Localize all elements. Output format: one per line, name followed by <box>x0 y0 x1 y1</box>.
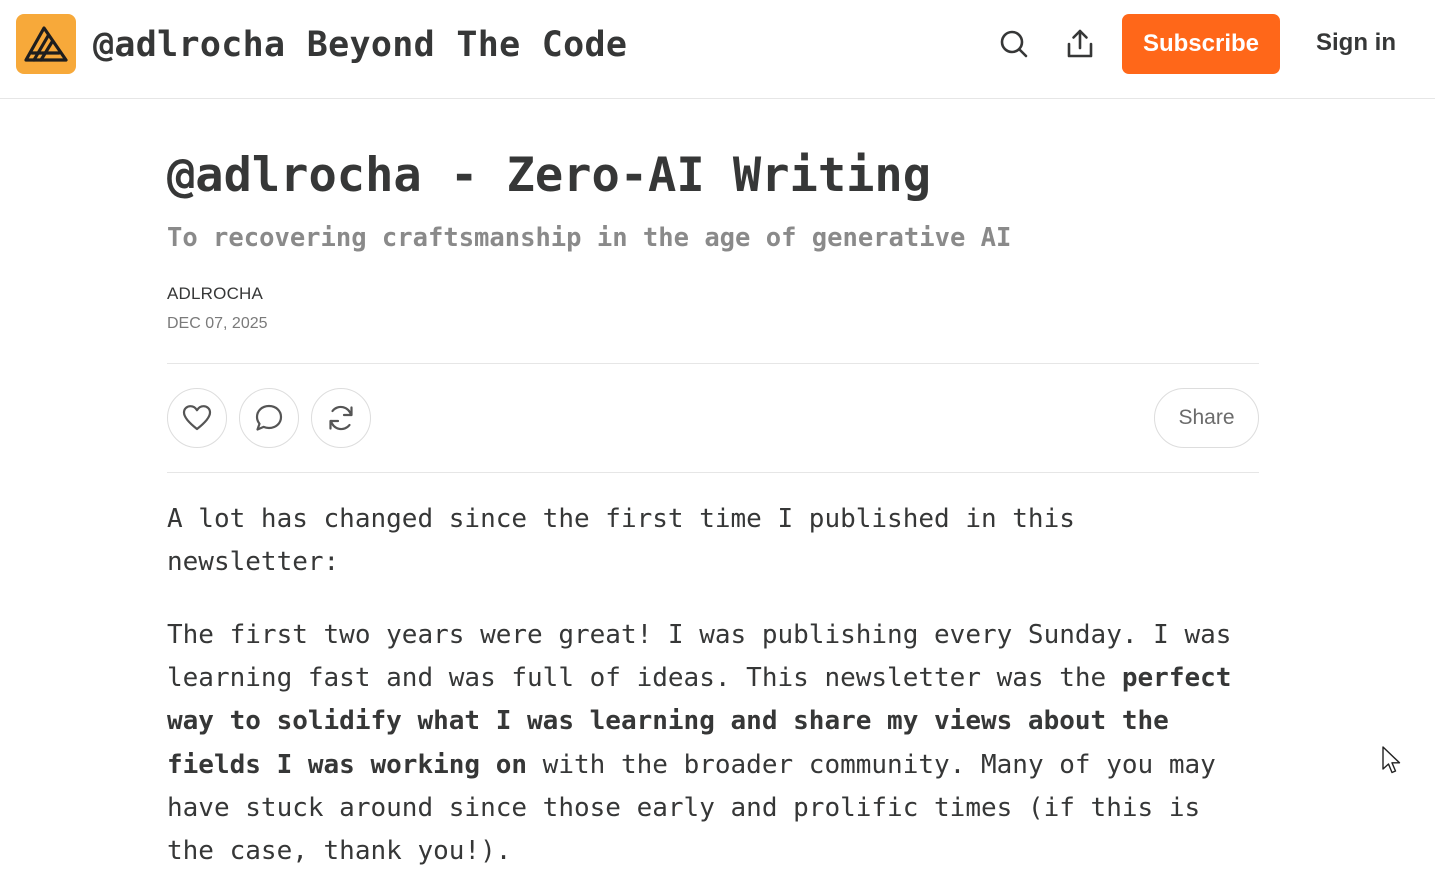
comment-icon <box>254 403 284 433</box>
share-upload-icon[interactable] <box>1060 24 1100 64</box>
subscribe-button[interactable]: Subscribe <box>1122 14 1280 74</box>
logo-icon[interactable] <box>16 14 76 74</box>
post-date: DEC 07, 2025 <box>167 315 268 332</box>
like-button[interactable] <box>167 388 227 448</box>
restack-button[interactable] <box>311 388 371 448</box>
divider <box>167 363 1259 364</box>
search-icon[interactable] <box>994 24 1034 64</box>
restack-icon <box>326 403 356 433</box>
mouse-pointer-icon <box>1381 745 1403 775</box>
share-button[interactable]: Share <box>1154 388 1259 448</box>
body-paragraph: The first two years were great! I was pu… <box>167 614 1259 873</box>
paragraph-text: The first two years were great! I was pu… <box>167 620 1232 694</box>
post-title: @adlrocha - Zero-AI Writing <box>167 148 932 203</box>
author-name[interactable]: ADLROCHA <box>167 283 263 305</box>
site-title[interactable]: @adlrocha Beyond The Code <box>93 22 627 68</box>
comment-button[interactable] <box>239 388 299 448</box>
post-subtitle: To recovering craftsmanship in the age o… <box>167 223 1012 253</box>
heart-icon <box>182 404 212 432</box>
divider <box>167 472 1259 473</box>
sign-in-button[interactable]: Sign in <box>1316 26 1396 60</box>
body-paragraph: A lot has changed since the first time I… <box>167 504 1075 578</box>
top-navigation-bar: @adlrocha Beyond The Code Subscribe Sign… <box>0 0 1435 99</box>
